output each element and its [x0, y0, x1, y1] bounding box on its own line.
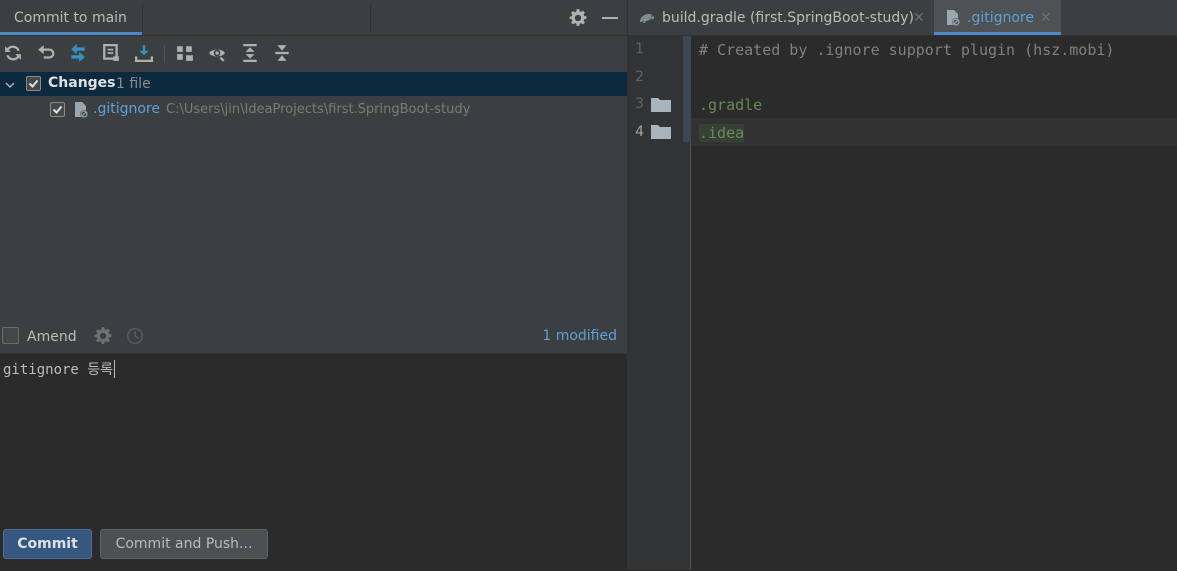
gear-icon[interactable] — [569, 9, 587, 27]
changelist-count: 1 file — [116, 76, 151, 92]
collapse-all-icon[interactable] — [272, 43, 292, 63]
code-editor[interactable]: # Created by .ignore support plugin (hsz… — [691, 36, 1177, 570]
amend-checkbox[interactable] — [2, 327, 19, 344]
commit-panel-title: Commit to main — [14, 10, 127, 26]
gitignore-file-icon — [72, 101, 90, 119]
code-line-comment: # Created by .ignore support plugin (hsz… — [699, 41, 1115, 59]
editor-pane: build.gradle (first.SpringBoot-study) ✕ … — [628, 0, 1177, 570]
commit-toolbar — [0, 36, 627, 70]
line-number-gutter[interactable]: 1 2 3 4 — [628, 36, 691, 570]
modified-files-link[interactable]: 1 modified — [542, 328, 617, 344]
commit-and-push-button[interactable]: Commit and Push... — [100, 529, 268, 559]
file-checkbox[interactable] — [50, 102, 65, 117]
editor-tab-bar: build.gradle (first.SpringBoot-study) ✕ … — [628, 0, 1177, 36]
tab-label: build.gradle (first.SpringBoot-study) — [662, 10, 914, 26]
expand-all-icon[interactable] — [240, 43, 260, 63]
changelist-node[interactable]: Changes 1 file — [0, 72, 627, 96]
header-divider — [370, 4, 371, 32]
text-caret — [114, 360, 116, 378]
current-line-highlight — [691, 118, 1177, 146]
toolbar-divider — [164, 45, 165, 63]
line-number: 2 — [635, 69, 644, 85]
gradle-icon — [638, 9, 656, 27]
commit-tool-window: Commit to main Changes 1 file .gitignore… — [0, 0, 627, 571]
change-marker-strip — [683, 36, 691, 142]
close-icon[interactable]: ✕ — [1040, 10, 1052, 26]
chevron-down-icon[interactable] — [5, 78, 15, 89]
folder-icon — [651, 97, 671, 112]
commit-message-text[interactable]: gitignore 등록 — [3, 359, 116, 379]
close-icon[interactable]: ✕ — [913, 10, 925, 26]
commit-options-bar: Amend 1 modified — [0, 322, 627, 352]
changes-tree: Changes 1 file .gitignore C:\Users\jin\I… — [0, 72, 627, 322]
changelist-icon[interactable] — [101, 43, 121, 63]
tab-label: .gitignore — [967, 10, 1034, 26]
rollback-icon[interactable] — [36, 43, 56, 63]
changed-file-row[interactable]: .gitignore C:\Users\jin\IdeaProjects\fir… — [0, 98, 627, 122]
commit-message-value: gitignore 등록 — [3, 362, 114, 378]
commit-options-gear-icon[interactable] — [94, 327, 112, 345]
amend-label[interactable]: Amend — [27, 329, 77, 345]
line-number: 4 — [635, 124, 644, 140]
refresh-icon[interactable] — [3, 43, 23, 63]
header-divider — [142, 4, 143, 32]
code-line-gradle: .gradle — [699, 96, 763, 114]
code-line-idea: .idea — [699, 124, 745, 142]
line-number: 1 — [635, 41, 644, 57]
tab-commit-to-main[interactable]: Commit to main — [0, 0, 142, 35]
changed-file-path: C:\Users\jin\IdeaProjects\first.SpringBo… — [166, 102, 471, 117]
minimize-icon[interactable] — [602, 17, 618, 19]
changelist-label: Changes — [48, 75, 116, 91]
active-tab-underline — [934, 32, 1061, 35]
changelist-checkbox[interactable] — [26, 76, 41, 91]
tab-gitignore[interactable]: .gitignore ✕ — [934, 0, 1061, 35]
tab-build-gradle[interactable]: build.gradle (first.SpringBoot-study) ✕ — [628, 0, 933, 35]
commit-panel-header: Commit to main — [0, 0, 627, 36]
folder-icon — [651, 124, 671, 139]
show-diff-icon[interactable] — [68, 43, 88, 63]
commit-message-editor[interactable]: gitignore 등록 — [0, 353, 627, 571]
commit-button[interactable]: Commit — [3, 529, 92, 559]
shelve-download-icon[interactable] — [134, 43, 154, 63]
line-number: 3 — [635, 96, 644, 112]
group-by-icon[interactable] — [175, 43, 195, 63]
gitignore-file-icon — [944, 9, 962, 27]
eye-icon[interactable] — [207, 43, 227, 63]
changed-file-name: .gitignore — [93, 101, 160, 117]
active-tab-underline — [0, 32, 142, 35]
commit-history-clock-icon[interactable] — [126, 327, 144, 345]
